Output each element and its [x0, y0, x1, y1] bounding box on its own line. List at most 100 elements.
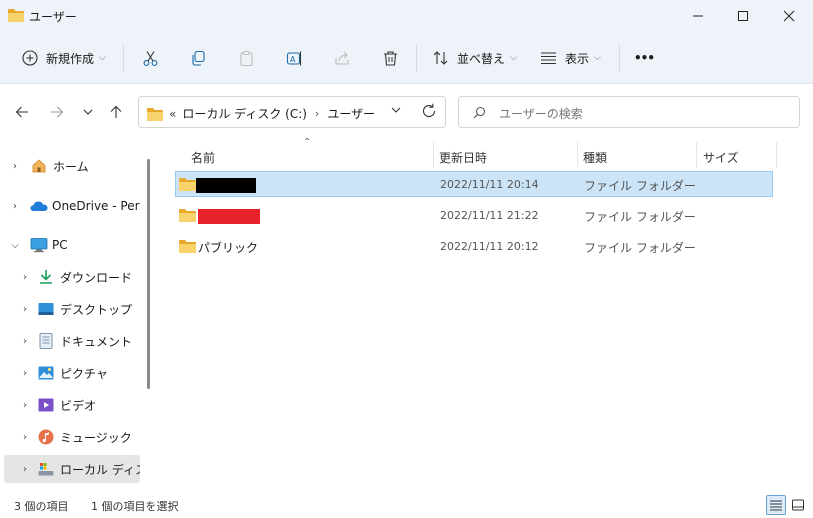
column-divider[interactable] — [433, 142, 434, 168]
chevron-down-icon: ⌵ — [594, 53, 601, 63]
share-button[interactable] — [330, 42, 354, 74]
back-button[interactable] — [10, 100, 34, 124]
file-type: ファイル フォルダー — [584, 210, 696, 224]
breadcrumb: « ローカル ディスク (C:) › ユーザー — [147, 105, 375, 122]
toolbar-divider — [416, 44, 417, 72]
sidebar-item-label: ビデオ — [60, 398, 97, 413]
new-button[interactable]: 新規作成 ⌵ — [14, 42, 114, 74]
title-bar: ユーザー — [0, 0, 813, 32]
close-button[interactable] — [766, 0, 812, 32]
column-divider[interactable] — [577, 142, 578, 168]
sidebar-item-local-disk[interactable]: › ローカル ディスク (C:) — [4, 455, 140, 483]
chevron-down-icon — [391, 107, 401, 113]
chevron-right-icon[interactable]: › — [19, 400, 31, 411]
chevron-right-icon[interactable]: › — [19, 368, 31, 379]
view-button-label: 表示 — [565, 51, 590, 66]
redacted-name — [198, 209, 260, 224]
folder-icon — [179, 240, 196, 253]
chevron-right-icon[interactable]: › — [9, 161, 21, 172]
chevron-right-icon[interactable]: › — [19, 272, 31, 283]
sidebar-item-label: ピクチャ — [60, 366, 108, 381]
column-header-type[interactable]: 種類 — [583, 143, 607, 171]
refresh-button[interactable] — [420, 102, 440, 122]
drive-icon — [37, 460, 55, 478]
cut-icon — [143, 50, 157, 66]
sidebar-item-downloads[interactable]: › ダウンロード — [4, 263, 140, 291]
chevron-down-icon — [83, 109, 93, 115]
details-view-button[interactable] — [766, 495, 786, 515]
sidebar-item-onedrive[interactable]: › OneDrive - Personal — [4, 192, 140, 220]
file-list: ⌃ 名前 更新日時 種類 サイズ 2022/11/11 20:14 ファイル フ… — [160, 137, 813, 491]
search-placeholder: ユーザーの検索 — [499, 107, 583, 121]
sidebar-item-music[interactable]: › ミュージック — [4, 423, 140, 451]
copy-button[interactable] — [186, 42, 210, 74]
rename-button[interactable]: A — [282, 42, 306, 74]
chevron-down-icon[interactable]: ⌵ — [9, 240, 21, 251]
sidebar-item-home[interactable]: › ホーム — [4, 152, 140, 180]
sidebar-item-pictures[interactable]: › ピクチャ — [4, 359, 140, 387]
breadcrumb-segment-local-disk[interactable]: ローカル ディスク (C:) — [182, 105, 307, 122]
status-bar: 3 個の項目 1 個の項目を選択 — [0, 491, 813, 518]
more-options-button[interactable]: ••• — [630, 42, 658, 74]
folder-icon — [147, 107, 163, 121]
sidebar-item-label: ホーム — [53, 159, 89, 174]
minimize-icon — [693, 15, 703, 17]
column-header-label: 種類 — [583, 150, 608, 165]
folder-icon — [179, 209, 196, 222]
command-bar: 新規作成 ⌵ A 並べ替え ⌵ 表示 ⌵ ••• — [0, 32, 813, 84]
chevron-right-icon[interactable]: › — [9, 201, 21, 212]
delete-button[interactable] — [378, 42, 402, 74]
sidebar-scrollbar[interactable] — [147, 159, 150, 389]
sidebar-item-label: PC — [52, 238, 68, 252]
column-divider[interactable] — [696, 142, 697, 168]
file-row[interactable]: 2022/11/11 20:14 ファイル フォルダー — [175, 171, 773, 197]
pc-icon — [30, 236, 48, 254]
refresh-icon — [422, 103, 436, 118]
close-icon — [783, 10, 795, 22]
music-icon — [37, 428, 55, 446]
paste-button[interactable] — [234, 42, 258, 74]
toolbar-divider — [123, 44, 124, 72]
chevron-right-icon[interactable]: › — [19, 336, 31, 347]
column-header-date[interactable]: 更新日時 — [439, 143, 487, 171]
file-date: 2022/11/11 20:14 — [440, 178, 539, 191]
column-header-size[interactable]: サイズ — [703, 143, 739, 171]
sidebar-item-pc[interactable]: ⌵ PC — [4, 231, 140, 259]
chevron-right-icon[interactable]: › — [19, 464, 31, 475]
view-button[interactable]: 表示 ⌵ — [534, 42, 610, 74]
chevron-right-icon[interactable]: › — [19, 304, 31, 315]
file-type: ファイル フォルダー — [584, 179, 696, 193]
video-icon — [37, 396, 55, 414]
file-row[interactable]: 2022/11/11 21:22 ファイル フォルダー — [175, 202, 773, 228]
up-button[interactable] — [104, 100, 128, 124]
sidebar-item-documents[interactable]: › ドキュメント — [4, 327, 140, 355]
minimize-button[interactable] — [675, 0, 721, 32]
recent-locations-button[interactable] — [76, 100, 100, 124]
sidebar-item-label: ミュージック — [60, 430, 132, 445]
plus-circle-icon — [22, 50, 38, 66]
item-count: 3 個の項目 — [14, 500, 69, 513]
search-icon — [473, 106, 486, 119]
window-title: ユーザー — [29, 10, 77, 24]
column-header-label: 更新日時 — [439, 150, 488, 165]
file-row[interactable]: パブリック 2022/11/11 20:12 ファイル フォルダー — [175, 233, 773, 259]
sort-button[interactable]: 並べ替え ⌵ — [426, 42, 522, 74]
column-divider[interactable] — [776, 142, 777, 168]
file-type: ファイル フォルダー — [584, 241, 696, 255]
address-history-button[interactable] — [391, 105, 401, 118]
cut-button[interactable] — [138, 42, 162, 74]
file-date: 2022/11/11 21:22 — [440, 209, 539, 222]
sidebar-item-desktop[interactable]: › デスクトップ — [4, 295, 140, 323]
forward-button[interactable] — [45, 100, 69, 124]
maximize-button[interactable] — [720, 0, 766, 32]
sidebar-item-videos[interactable]: › ビデオ — [4, 391, 140, 419]
address-bar[interactable]: « ローカル ディスク (C:) › ユーザー — [138, 96, 446, 128]
breadcrumb-segment-users[interactable]: ユーザー — [327, 105, 375, 122]
paste-icon — [239, 50, 253, 66]
search-box[interactable]: ユーザーの検索 — [458, 96, 800, 128]
breadcrumb-overflow[interactable]: « — [169, 107, 176, 121]
large-icons-view-button[interactable] — [788, 495, 808, 515]
document-icon — [37, 332, 55, 350]
column-header-name[interactable]: 名前 — [191, 143, 215, 171]
chevron-right-icon[interactable]: › — [19, 432, 31, 443]
